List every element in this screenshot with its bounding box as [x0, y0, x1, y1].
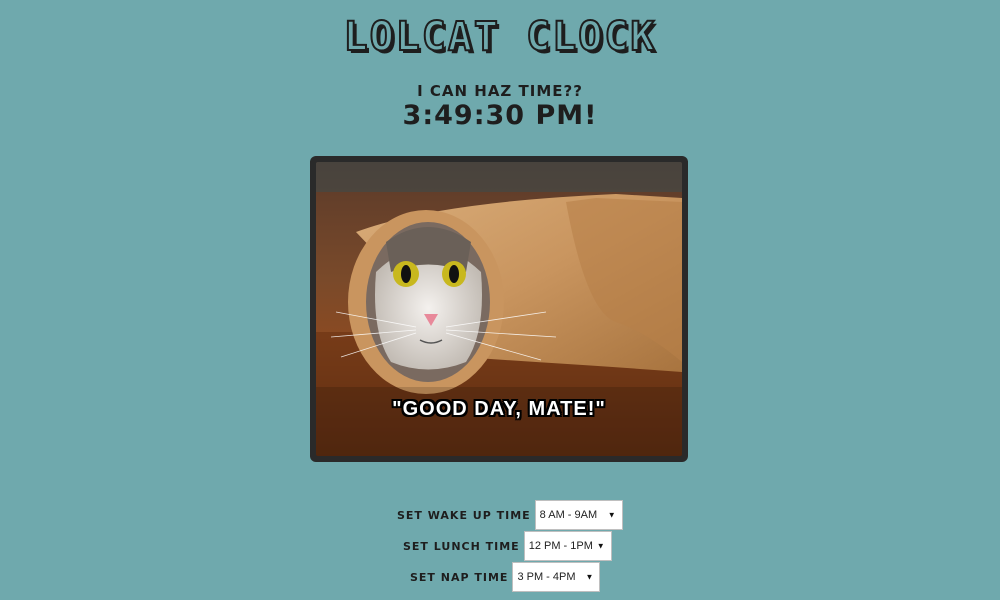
- nap-time-label: SET NAP TIME: [410, 570, 509, 584]
- lunch-time-label: SET LUNCH TIME: [403, 539, 520, 553]
- wake-up-time-row: SET WAKE UP TIME 8 AM - 9AM ▼: [397, 500, 623, 530]
- image-caption: "GOOD DAY, MATE!": [392, 398, 606, 420]
- subtitle: I CAN HAZ TIME??: [417, 82, 583, 100]
- lolcat-clock-page: LOLCAT CLOCK I CAN HAZ TIME?? 3:49:30 PM…: [0, 0, 1000, 600]
- dropdown-arrow-icon: ▼: [596, 541, 605, 551]
- lolcat-image: "GOOD DAY, MATE!": [316, 162, 682, 456]
- nap-time-select[interactable]: 3 PM - 4PM ▼: [512, 562, 601, 592]
- dropdown-arrow-icon: ▼: [607, 510, 616, 520]
- lunch-time-value: 12 PM - 1PM: [528, 540, 593, 552]
- wake-up-time-label: SET WAKE UP TIME: [397, 508, 531, 522]
- lolcat-image-frame: "GOOD DAY, MATE!": [310, 156, 688, 462]
- dropdown-arrow-icon: ▼: [585, 572, 594, 582]
- nap-time-value: 3 PM - 4PM: [517, 571, 576, 583]
- wake-up-time-select[interactable]: 8 AM - 9AM ▼: [534, 500, 623, 530]
- lunch-time-select[interactable]: 12 PM - 1PM ▼: [523, 531, 612, 561]
- wake-up-time-value: 8 AM - 9AM: [539, 509, 598, 521]
- clock-time: 3:49:30 PM!: [402, 100, 598, 131]
- page-title: LOLCAT CLOCK: [343, 13, 657, 61]
- lunch-time-row: SET LUNCH TIME 12 PM - 1PM ▼: [403, 531, 612, 561]
- nap-time-row: SET NAP TIME 3 PM - 4PM ▼: [410, 562, 601, 592]
